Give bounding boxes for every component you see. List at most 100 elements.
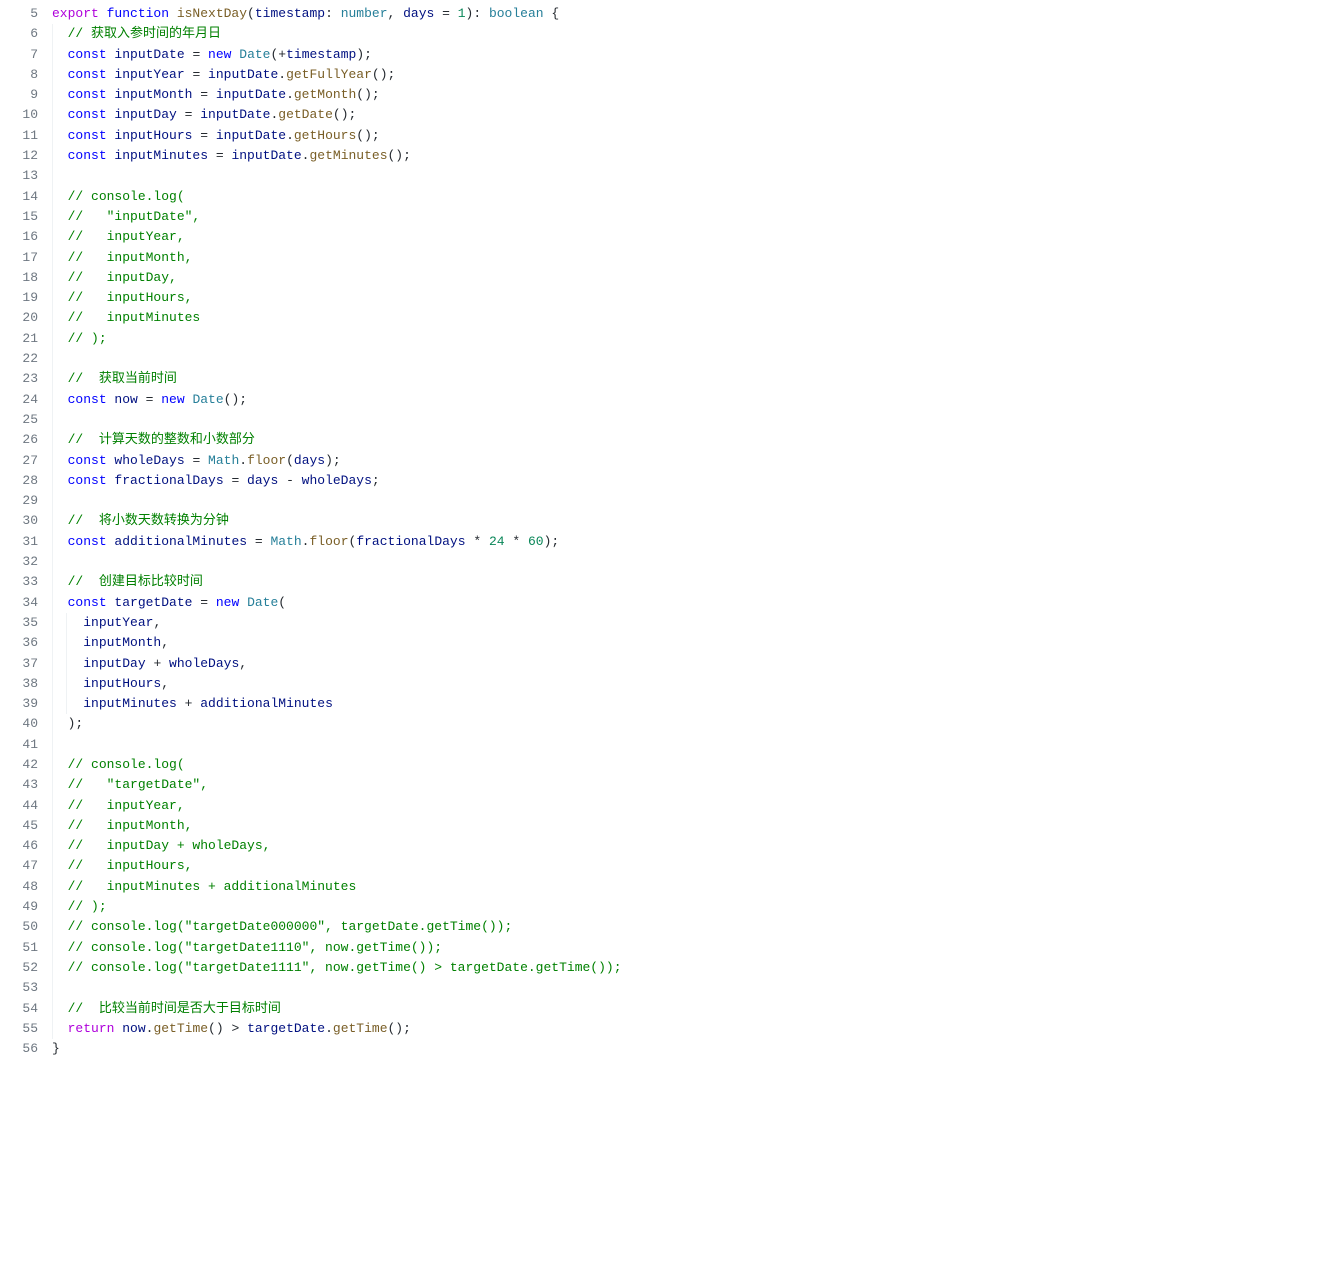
- code-line[interactable]: const additionalMinutes = Math.floor(fra…: [52, 532, 1344, 552]
- code-line[interactable]: // "targetDate",: [52, 775, 1344, 795]
- code-line[interactable]: inputDay + wholeDays,: [52, 654, 1344, 674]
- code-line[interactable]: // console.log(: [52, 187, 1344, 207]
- line-number-gutter: 5678910111213141516171819202122232425262…: [0, 4, 52, 1059]
- token-cmt: // "inputDate",: [68, 209, 201, 224]
- token-punct: ,: [388, 6, 404, 21]
- token-op: =: [177, 107, 200, 122]
- line-number: 42: [0, 755, 38, 775]
- code-line[interactable]: const inputYear = inputDate.getFullYear(…: [52, 65, 1344, 85]
- line-number: 11: [0, 126, 38, 146]
- line-number: 34: [0, 593, 38, 613]
- code-line[interactable]: );: [52, 714, 1344, 734]
- code-line[interactable]: inputYear,: [52, 613, 1344, 633]
- code-line[interactable]: // 获取当前时间: [52, 369, 1344, 389]
- code-line[interactable]: inputHours,: [52, 674, 1344, 694]
- line-number: 50: [0, 917, 38, 937]
- code-line[interactable]: inputMonth,: [52, 633, 1344, 653]
- code-line[interactable]: // 计算天数的整数和小数部分: [52, 430, 1344, 450]
- code-line[interactable]: const now = new Date();: [52, 390, 1344, 410]
- code-area[interactable]: export function isNextDay(timestamp: num…: [52, 4, 1344, 1059]
- code-line[interactable]: // 比较当前时间是否大于目标时间: [52, 999, 1344, 1019]
- token-param: wholeDays: [169, 656, 239, 671]
- code-editor[interactable]: 5678910111213141516171819202122232425262…: [0, 0, 1344, 1063]
- token-param: inputMinutes: [83, 696, 177, 711]
- code-line[interactable]: // inputMonth,: [52, 248, 1344, 268]
- code-line[interactable]: const targetDate = new Date(: [52, 593, 1344, 613]
- token-op: -: [278, 473, 301, 488]
- line-number: 48: [0, 877, 38, 897]
- code-line[interactable]: }: [52, 1039, 1344, 1059]
- line-number: 35: [0, 613, 38, 633]
- code-line[interactable]: const wholeDays = Math.floor(days);: [52, 451, 1344, 471]
- token-op: =: [247, 534, 270, 549]
- token-cmt: // 创建目标比较时间: [68, 574, 203, 589]
- token-param: inputDate: [216, 87, 286, 102]
- token-punct: () >: [208, 1021, 247, 1036]
- code-line[interactable]: // "inputDate",: [52, 207, 1344, 227]
- token-param: timestamp: [286, 47, 356, 62]
- token-op: =: [185, 67, 208, 82]
- code-line[interactable]: // );: [52, 329, 1344, 349]
- code-line[interactable]: const fractionalDays = days - wholeDays;: [52, 471, 1344, 491]
- code-line[interactable]: [52, 166, 1344, 186]
- code-line[interactable]: // 将小数天数转换为分钟: [52, 511, 1344, 531]
- code-line[interactable]: [52, 978, 1344, 998]
- token-num: 60: [528, 534, 544, 549]
- token-punct: ();: [356, 128, 379, 143]
- token-cmt: // inputMinutes + additionalMinutes: [68, 879, 357, 894]
- code-line[interactable]: // inputYear,: [52, 796, 1344, 816]
- token-punct: );: [68, 716, 84, 731]
- line-number: 54: [0, 999, 38, 1019]
- token-cmt: // 比较当前时间是否大于目标时间: [68, 1001, 281, 1016]
- code-line[interactable]: // console.log(: [52, 755, 1344, 775]
- code-line[interactable]: [52, 491, 1344, 511]
- code-line[interactable]: // inputHours,: [52, 856, 1344, 876]
- code-line[interactable]: const inputMinutes = inputDate.getMinute…: [52, 146, 1344, 166]
- token-param: inputYear: [83, 615, 153, 630]
- code-line[interactable]: const inputMonth = inputDate.getMonth();: [52, 85, 1344, 105]
- code-line[interactable]: // inputDay + wholeDays,: [52, 836, 1344, 856]
- token-cmt: // inputDay,: [68, 270, 177, 285]
- token-punct: ();: [333, 107, 356, 122]
- token-kw2: const: [68, 595, 115, 610]
- code-line[interactable]: export function isNextDay(timestamp: num…: [52, 4, 1344, 24]
- token-op: *: [466, 534, 489, 549]
- token-param: inputDate: [114, 47, 184, 62]
- code-line[interactable]: // console.log("targetDate1111", now.get…: [52, 958, 1344, 978]
- line-number: 7: [0, 45, 38, 65]
- code-line[interactable]: return now.getTime() > targetDate.getTim…: [52, 1019, 1344, 1039]
- line-number: 29: [0, 491, 38, 511]
- code-line[interactable]: const inputDay = inputDate.getDate();: [52, 105, 1344, 125]
- code-line[interactable]: [52, 735, 1344, 755]
- code-line[interactable]: [52, 552, 1344, 572]
- token-param: inputDate: [208, 67, 278, 82]
- token-cmt: // inputHours,: [68, 290, 193, 305]
- line-number: 39: [0, 694, 38, 714]
- token-cmt: // console.log("targetDate1110", now.get…: [68, 940, 442, 955]
- token-op: =: [138, 392, 161, 407]
- code-line[interactable]: // 获取入参时间的年月日: [52, 24, 1344, 44]
- code-line[interactable]: [52, 349, 1344, 369]
- code-line[interactable]: // inputMinutes: [52, 308, 1344, 328]
- code-line[interactable]: // console.log("targetDate000000", targe…: [52, 917, 1344, 937]
- line-number: 10: [0, 105, 38, 125]
- token-param: inputMinutes: [114, 148, 208, 163]
- code-line[interactable]: inputMinutes + additionalMinutes: [52, 694, 1344, 714]
- code-line[interactable]: // inputHours,: [52, 288, 1344, 308]
- code-line[interactable]: [52, 410, 1344, 430]
- code-line[interactable]: // console.log("targetDate1110", now.get…: [52, 938, 1344, 958]
- token-kw2: function: [107, 6, 177, 21]
- token-cmt: // 将小数天数转换为分钟: [68, 513, 229, 528]
- code-line[interactable]: const inputHours = inputDate.getHours();: [52, 126, 1344, 146]
- token-kw2: const: [68, 392, 115, 407]
- code-line[interactable]: const inputDate = new Date(+timestamp);: [52, 45, 1344, 65]
- code-line[interactable]: // inputYear,: [52, 227, 1344, 247]
- code-line[interactable]: // inputMonth,: [52, 816, 1344, 836]
- code-line[interactable]: // );: [52, 897, 1344, 917]
- line-number: 32: [0, 552, 38, 572]
- token-num: 24: [489, 534, 505, 549]
- code-line[interactable]: // inputMinutes + additionalMinutes: [52, 877, 1344, 897]
- code-line[interactable]: // inputDay,: [52, 268, 1344, 288]
- line-number: 36: [0, 633, 38, 653]
- code-line[interactable]: // 创建目标比较时间: [52, 572, 1344, 592]
